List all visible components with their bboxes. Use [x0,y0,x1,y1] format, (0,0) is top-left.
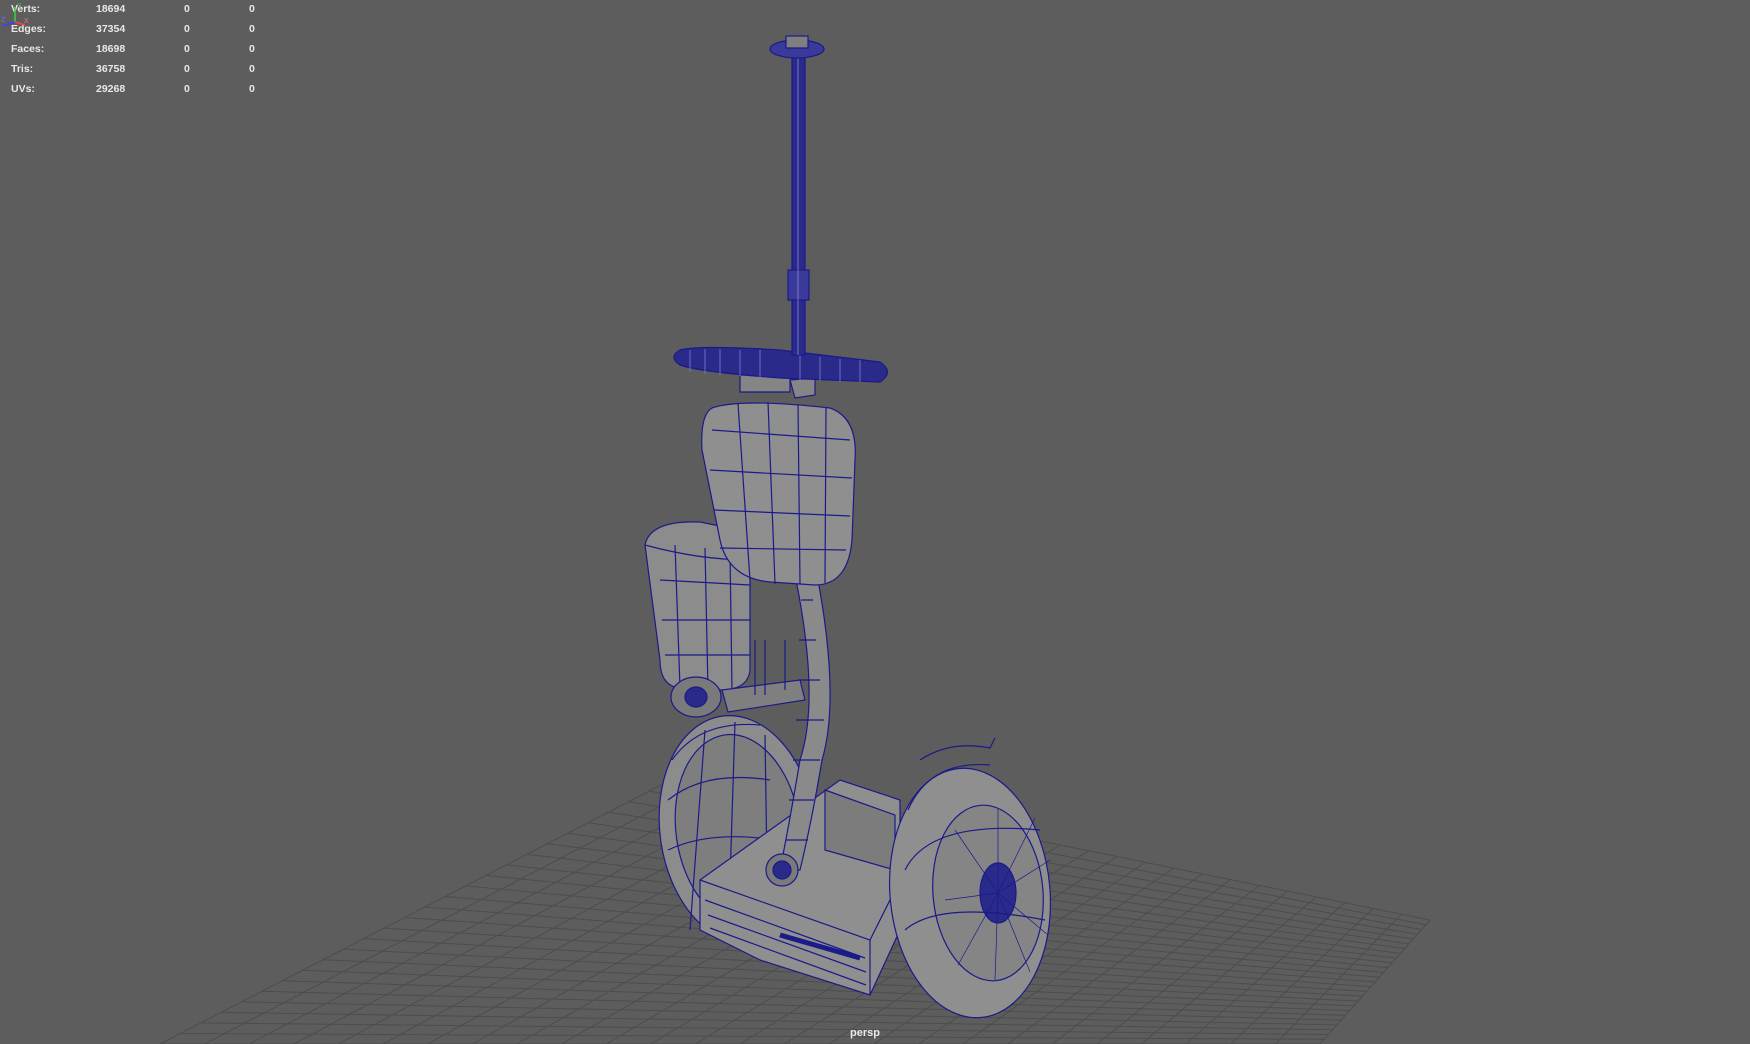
hud-stat-label: UVs: [11,83,35,95]
console-head[interactable] [701,374,856,586]
hud-stat-selected: 0 [184,3,190,15]
hud-stat-total: 18698 [96,43,126,55]
hud-stat-total: 36758 [96,63,126,75]
handlebar[interactable] [673,346,889,383]
y-axis-label: Y [17,3,22,10]
hud-row: Faces: 18698 0 0 [0,43,270,63]
hud-stat-component: 0 [249,63,255,75]
x-axis-label: X [24,18,29,25]
hud-stat-selected: 0 [184,63,190,75]
hud-stat-total: 37354 [96,23,126,35]
hud-row: UVs: 29268 0 0 [0,83,270,103]
hud-row: Edges: 37354 0 0 [0,23,270,43]
steering-pole[interactable] [769,35,825,356]
axis-gizmo: Y Z X [1,3,29,27]
hud-stat-component: 0 [249,23,255,35]
grid-line [1185,902,1345,1044]
segway-model[interactable] [644,35,1061,1024]
hud-stat-total: 29268 [96,83,126,95]
hud-stat-selected: 0 [184,43,190,55]
hud-stat-component: 0 [249,3,255,15]
grid-line [1096,890,1289,1044]
hud-stat-selected: 0 [184,83,190,95]
hud-stat-total: 18694 [96,3,126,15]
grid-line [1141,896,1317,1044]
camera-name-label: persp [850,1027,880,1039]
hud-row: Verts: 18694 0 0 [0,3,270,23]
hud-stat-component: 0 [249,83,255,95]
hud-stat-component: 0 [249,43,255,55]
hud-stat-label: Faces: [11,43,45,55]
viewport-canvas[interactable] [0,0,1750,1044]
hud-row: Tris: 36758 0 0 [0,63,270,83]
right-wheel[interactable] [879,737,1060,1024]
grid-line [1230,908,1374,1044]
hud-stat-label: Tris: [11,63,34,75]
grid-line [1052,884,1260,1044]
perspective-viewport[interactable]: Verts: 18694 0 0 Edges: 37354 0 0 Faces: 18698 0 0 T… [0,0,1750,1044]
hud-stat-selected: 0 [184,23,190,35]
z-axis-label: Z [1,17,6,24]
